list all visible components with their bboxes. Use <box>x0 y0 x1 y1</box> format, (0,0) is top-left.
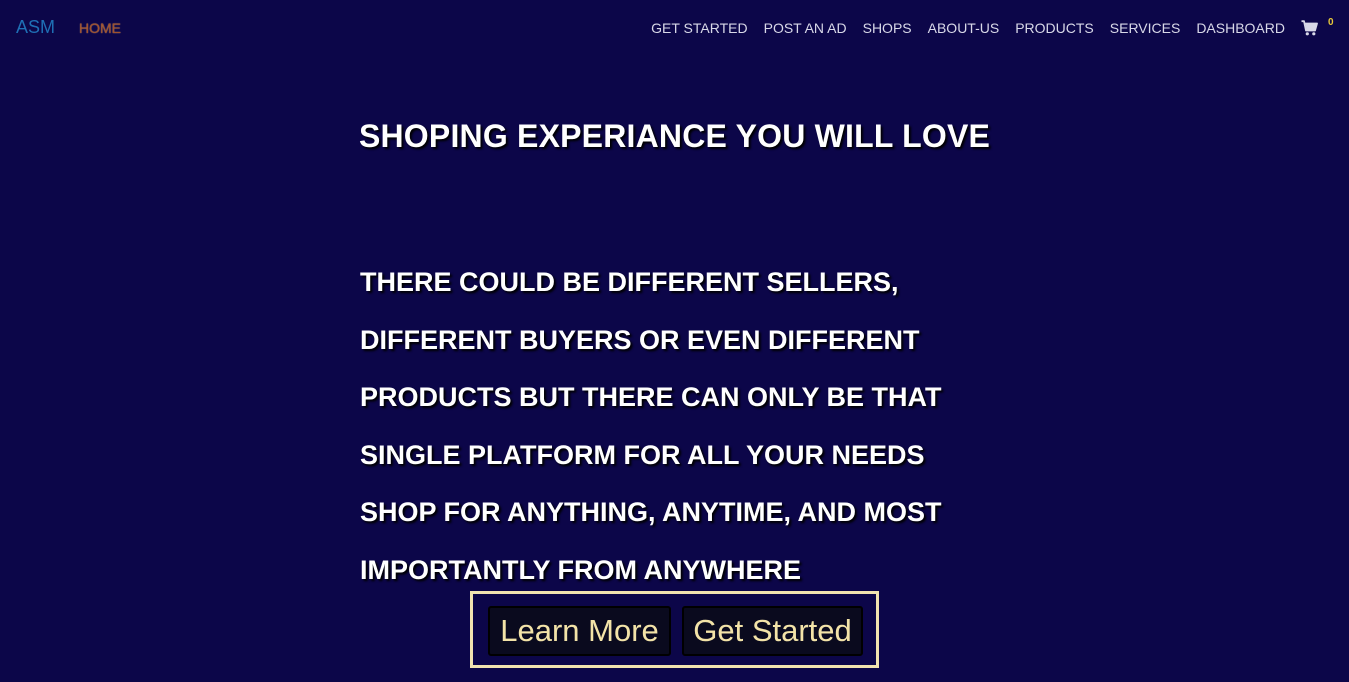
shopping-cart-icon <box>1301 20 1318 36</box>
nav-post-an-ad[interactable]: POST AN AD <box>764 20 847 36</box>
nav-products[interactable]: PRODUCTS <box>1015 20 1094 36</box>
get-started-button[interactable]: Get Started <box>682 606 863 656</box>
cart-count-badge: 0 <box>1328 17 1334 28</box>
nav-get-started[interactable]: GET STARTED <box>651 20 747 36</box>
cart-button[interactable]: 0 <box>1301 17 1334 38</box>
nav-home[interactable]: HOME <box>79 20 121 36</box>
nav-dashboard[interactable]: DASHBOARD <box>1196 20 1285 36</box>
brand-logo[interactable]: ASM <box>16 17 55 38</box>
nav-shops[interactable]: SHOPS <box>863 20 912 36</box>
hero-title: SHOPING EXPERIANCE YOU WILL LOVE <box>358 118 991 154</box>
learn-more-button[interactable]: Learn More <box>488 606 671 656</box>
nav-menu: GET STARTED POST AN AD SHOPS ABOUT-US PR… <box>635 17 1334 38</box>
navbar: ASM HOME GET STARTED POST AN AD SHOPS AB… <box>0 0 1349 56</box>
hero-button-group: Learn More Get Started <box>470 591 879 668</box>
hero-description: THERE COULD BE DIFFERENT SELLERS, DIFFER… <box>360 267 942 585</box>
nav-services[interactable]: SERVICES <box>1110 20 1181 36</box>
nav-about-us[interactable]: ABOUT-US <box>928 20 1000 36</box>
